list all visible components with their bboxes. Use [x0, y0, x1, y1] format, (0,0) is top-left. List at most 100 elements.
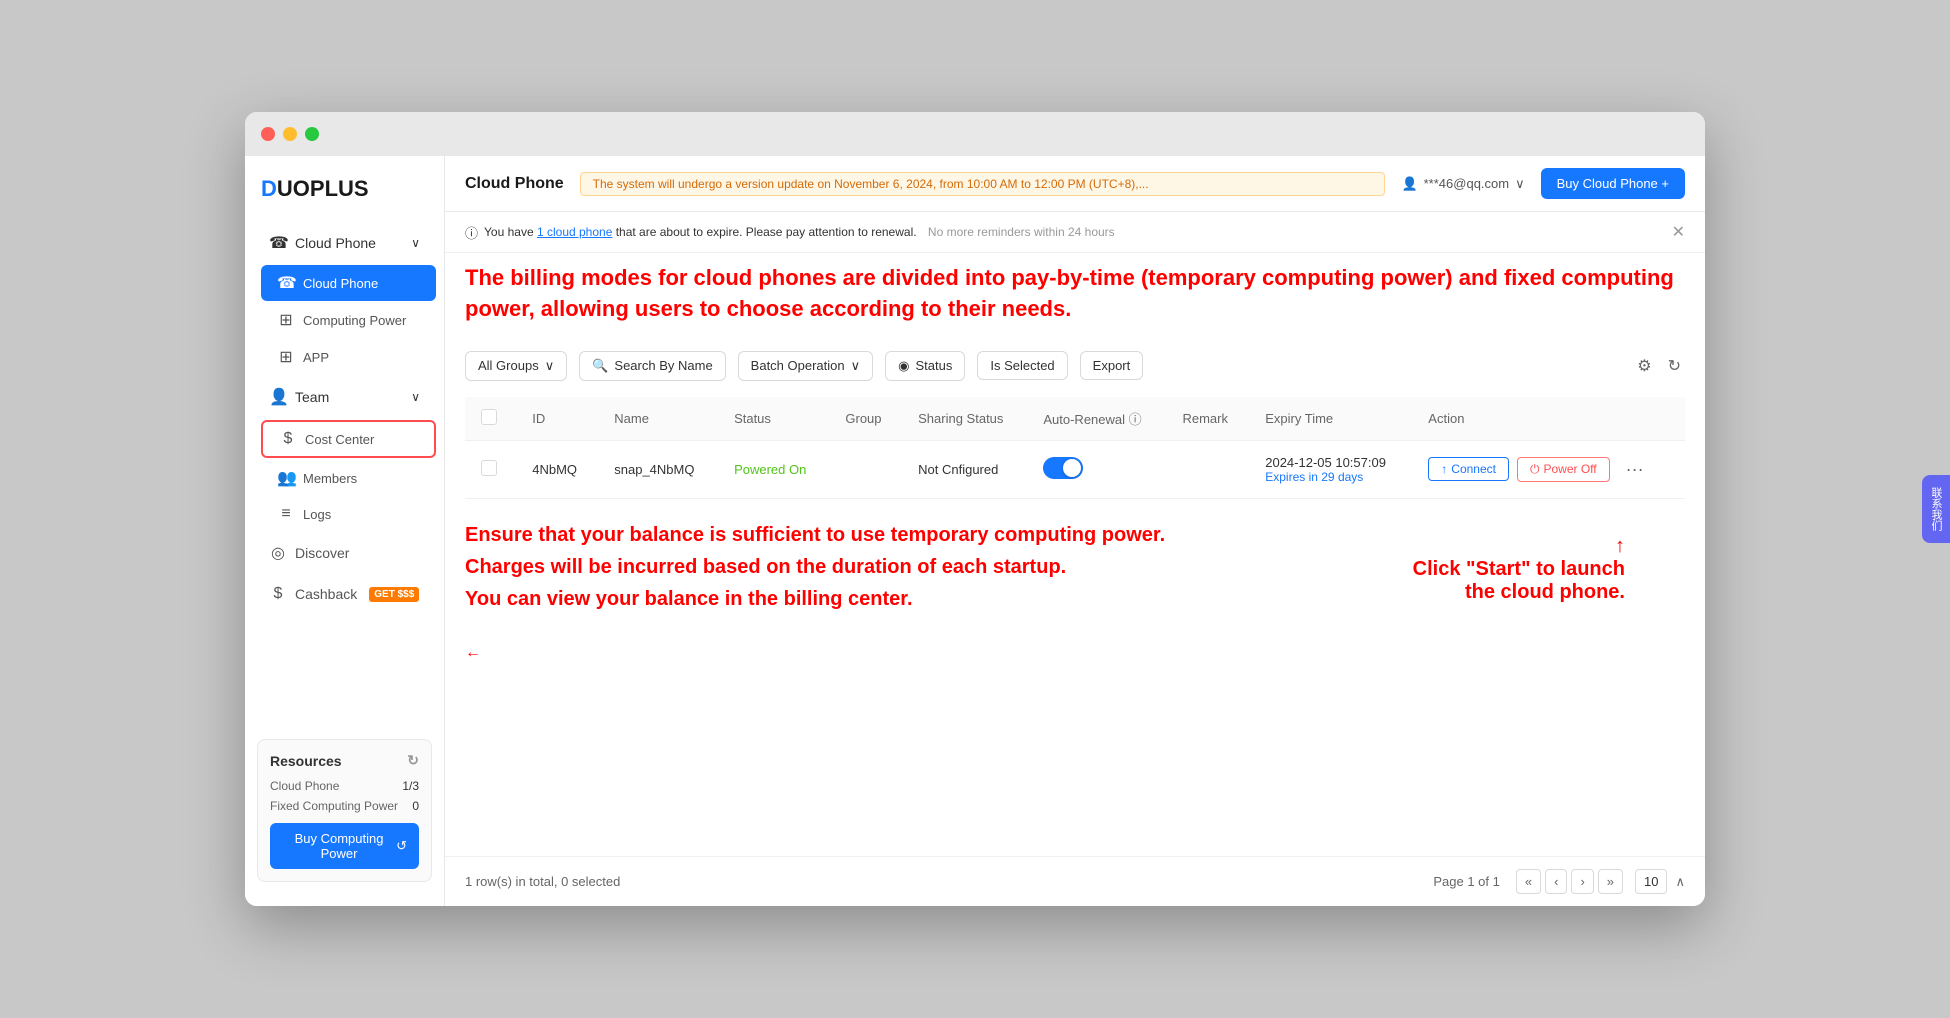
sidebar-item-cloud-phone-parent[interactable]: ☎ Cloud Phone ∨: [253, 223, 436, 263]
topbar-notice: The system will undergo a version update…: [580, 172, 1386, 196]
sharing-status-header: Sharing Status: [902, 397, 1027, 441]
sidebar-item-app[interactable]: ⊞ APP: [261, 339, 436, 375]
title-bar: [245, 112, 1705, 156]
select-all-header[interactable]: [465, 397, 516, 441]
page-label: Page 1 of 1: [1433, 874, 1500, 889]
sidebar-item-computing-power[interactable]: ⊞ Computing Power: [261, 302, 436, 338]
header-row: ID Name Status Group Sharing Status Auto…: [465, 397, 1685, 441]
topbar-username: ***46@qq.com: [1424, 176, 1509, 191]
table-header: ID Name Status Group Sharing Status Auto…: [465, 397, 1685, 441]
cashback-icon: $: [269, 585, 287, 603]
sidebar-item-team[interactable]: 👤 Team ∨: [253, 377, 436, 417]
logo-text: DUOPLUS: [261, 176, 428, 202]
buy-cloud-phone-button[interactable]: Buy Cloud Phone +: [1541, 168, 1685, 199]
settings-icon[interactable]: ⚙: [1633, 352, 1655, 380]
buy-cloud-phone-label: Buy Cloud Phone +: [1557, 176, 1669, 191]
action-buttons: ↑ Connect ⏻ Power Off ···: [1428, 455, 1669, 484]
annotation-start-arrow: ↑: [1615, 535, 1625, 557]
row-expiry-cell: 2024-12-05 10:57:09 Expires in 29 days: [1249, 440, 1412, 498]
sidebar-item-cost-center[interactable]: $ Cost Center: [261, 420, 436, 458]
alert-text: You have 1 cloud phone that are about to…: [484, 225, 1115, 239]
computing-icon: ⊞: [277, 310, 295, 330]
sidebar: DUOPLUS ☎ Cloud Phone ∨ ☎ Cloud Phone ⊞ …: [245, 156, 445, 906]
search-icon: 🔍: [592, 358, 608, 374]
contact-sidebar[interactable]: 联系我们: [1922, 475, 1950, 543]
status-filter[interactable]: ◉ Status: [885, 351, 965, 381]
app-icon: ⊞: [277, 347, 295, 367]
phone-icon: ☎: [269, 233, 287, 253]
dropdown-icon: ∨: [545, 358, 555, 374]
search-by-name-input[interactable]: 🔍 Search By Name: [579, 351, 725, 381]
export-button[interactable]: Export: [1080, 351, 1144, 380]
is-selected-filter[interactable]: Is Selected: [977, 351, 1067, 380]
page-size-arrow: ∧: [1675, 874, 1685, 890]
sidebar-item-cashback[interactable]: $ Cashback GET $$$: [253, 575, 436, 613]
search-placeholder: Search By Name: [614, 358, 712, 373]
no-remind-link[interactable]: No more reminders within 24 hours: [928, 225, 1115, 239]
remark-header: Remark: [1166, 397, 1249, 441]
sidebar-item-logs[interactable]: ≡ Logs: [261, 497, 436, 531]
phone-sub-icon: ☎: [277, 273, 295, 293]
name-header: Name: [598, 397, 718, 441]
status-header: Status: [718, 397, 829, 441]
alert-banner: ⓘ You have 1 cloud phone that are about …: [445, 212, 1705, 253]
sidebar-cloud-phone-label: Cloud Phone: [295, 235, 376, 251]
sidebar-computing-power-label: Computing Power: [303, 313, 406, 328]
sidebar-cloud-phone-sub-label: Cloud Phone: [303, 276, 378, 291]
maximize-button[interactable]: [305, 127, 319, 141]
cost-center-icon: $: [279, 430, 297, 448]
members-icon: 👥: [277, 468, 295, 488]
resources-cloud-phone-label: Cloud Phone: [270, 779, 339, 793]
close-button[interactable]: [261, 127, 275, 141]
refresh-small-icon: ↺: [396, 838, 407, 854]
page-size-select[interactable]: 10: [1635, 869, 1667, 894]
sidebar-cost-center-label: Cost Center: [305, 432, 374, 447]
next-page-button[interactable]: ›: [1571, 869, 1593, 894]
topbar-user[interactable]: 👤 ***46@qq.com ∨: [1401, 176, 1524, 192]
sidebar-spacer: [245, 614, 444, 727]
annotation-billing-modes: The billing modes for cloud phones are d…: [445, 253, 1705, 335]
last-page-button[interactable]: »: [1598, 869, 1623, 894]
sidebar-discover-label: Discover: [295, 545, 349, 561]
power-icon: ⏻: [1530, 462, 1540, 477]
buy-computing-power-button[interactable]: Buy Computing Power ↺: [270, 823, 419, 869]
discover-icon: ◎: [269, 543, 287, 563]
row-select-cell[interactable]: [465, 440, 516, 498]
sidebar-members-label: Members: [303, 471, 357, 486]
sidebar-logs-label: Logs: [303, 507, 331, 522]
circle-icon: ◉: [898, 358, 909, 374]
batch-chevron-icon: ∨: [851, 358, 861, 374]
annotation-balance-line3: You can view your balance in the billing…: [465, 588, 913, 610]
table-footer: 1 row(s) in total, 0 selected Page 1 of …: [445, 856, 1705, 906]
power-off-button[interactable]: ⏻ Power Off: [1517, 457, 1610, 482]
annotation-billing-text: The billing modes for cloud phones are d…: [465, 265, 1674, 321]
row-auto-renewal-cell[interactable]: [1027, 440, 1166, 498]
sidebar-item-discover[interactable]: ◎ Discover: [253, 533, 436, 573]
row-expiry-date: 2024-12-05 10:57:09: [1265, 455, 1396, 470]
row-sharing-cell: Not Cnfigured: [902, 440, 1027, 498]
auto-renewal-toggle[interactable]: [1043, 457, 1083, 479]
connect-button[interactable]: ↑ Connect: [1428, 457, 1509, 481]
sidebar-item-members[interactable]: 👥 Members: [261, 460, 436, 496]
first-page-button[interactable]: «: [1516, 869, 1541, 894]
minimize-button[interactable]: [283, 127, 297, 141]
sidebar-app-label: APP: [303, 350, 329, 365]
connect-label: Connect: [1451, 462, 1496, 476]
team-icon: 👤: [269, 387, 287, 407]
alert-close-button[interactable]: ✕: [1672, 222, 1685, 242]
annotation-balance-line2: Charges will be incurred based on the du…: [465, 556, 1066, 578]
select-all-checkbox[interactable]: [481, 409, 497, 425]
batch-operation-button[interactable]: Batch Operation ∨: [738, 351, 873, 381]
alert-link[interactable]: 1 cloud phone: [537, 225, 612, 239]
action-header: Action: [1412, 397, 1685, 441]
group-header: Group: [829, 397, 902, 441]
sidebar-item-cloud-phone[interactable]: ☎ Cloud Phone: [261, 265, 436, 301]
all-groups-select[interactable]: All Groups ∨: [465, 351, 567, 381]
refresh-table-icon[interactable]: ↻: [1664, 352, 1685, 380]
prev-page-button[interactable]: ‹: [1545, 869, 1567, 894]
cost-center-arrow-annotation: ←: [465, 644, 1685, 662]
table-container: All Groups ∨ 🔍 Search By Name Batch Oper…: [445, 335, 1705, 678]
row-checkbox[interactable]: [481, 460, 497, 476]
more-actions-button[interactable]: ···: [1618, 455, 1652, 484]
refresh-icon[interactable]: ↻: [407, 752, 419, 769]
